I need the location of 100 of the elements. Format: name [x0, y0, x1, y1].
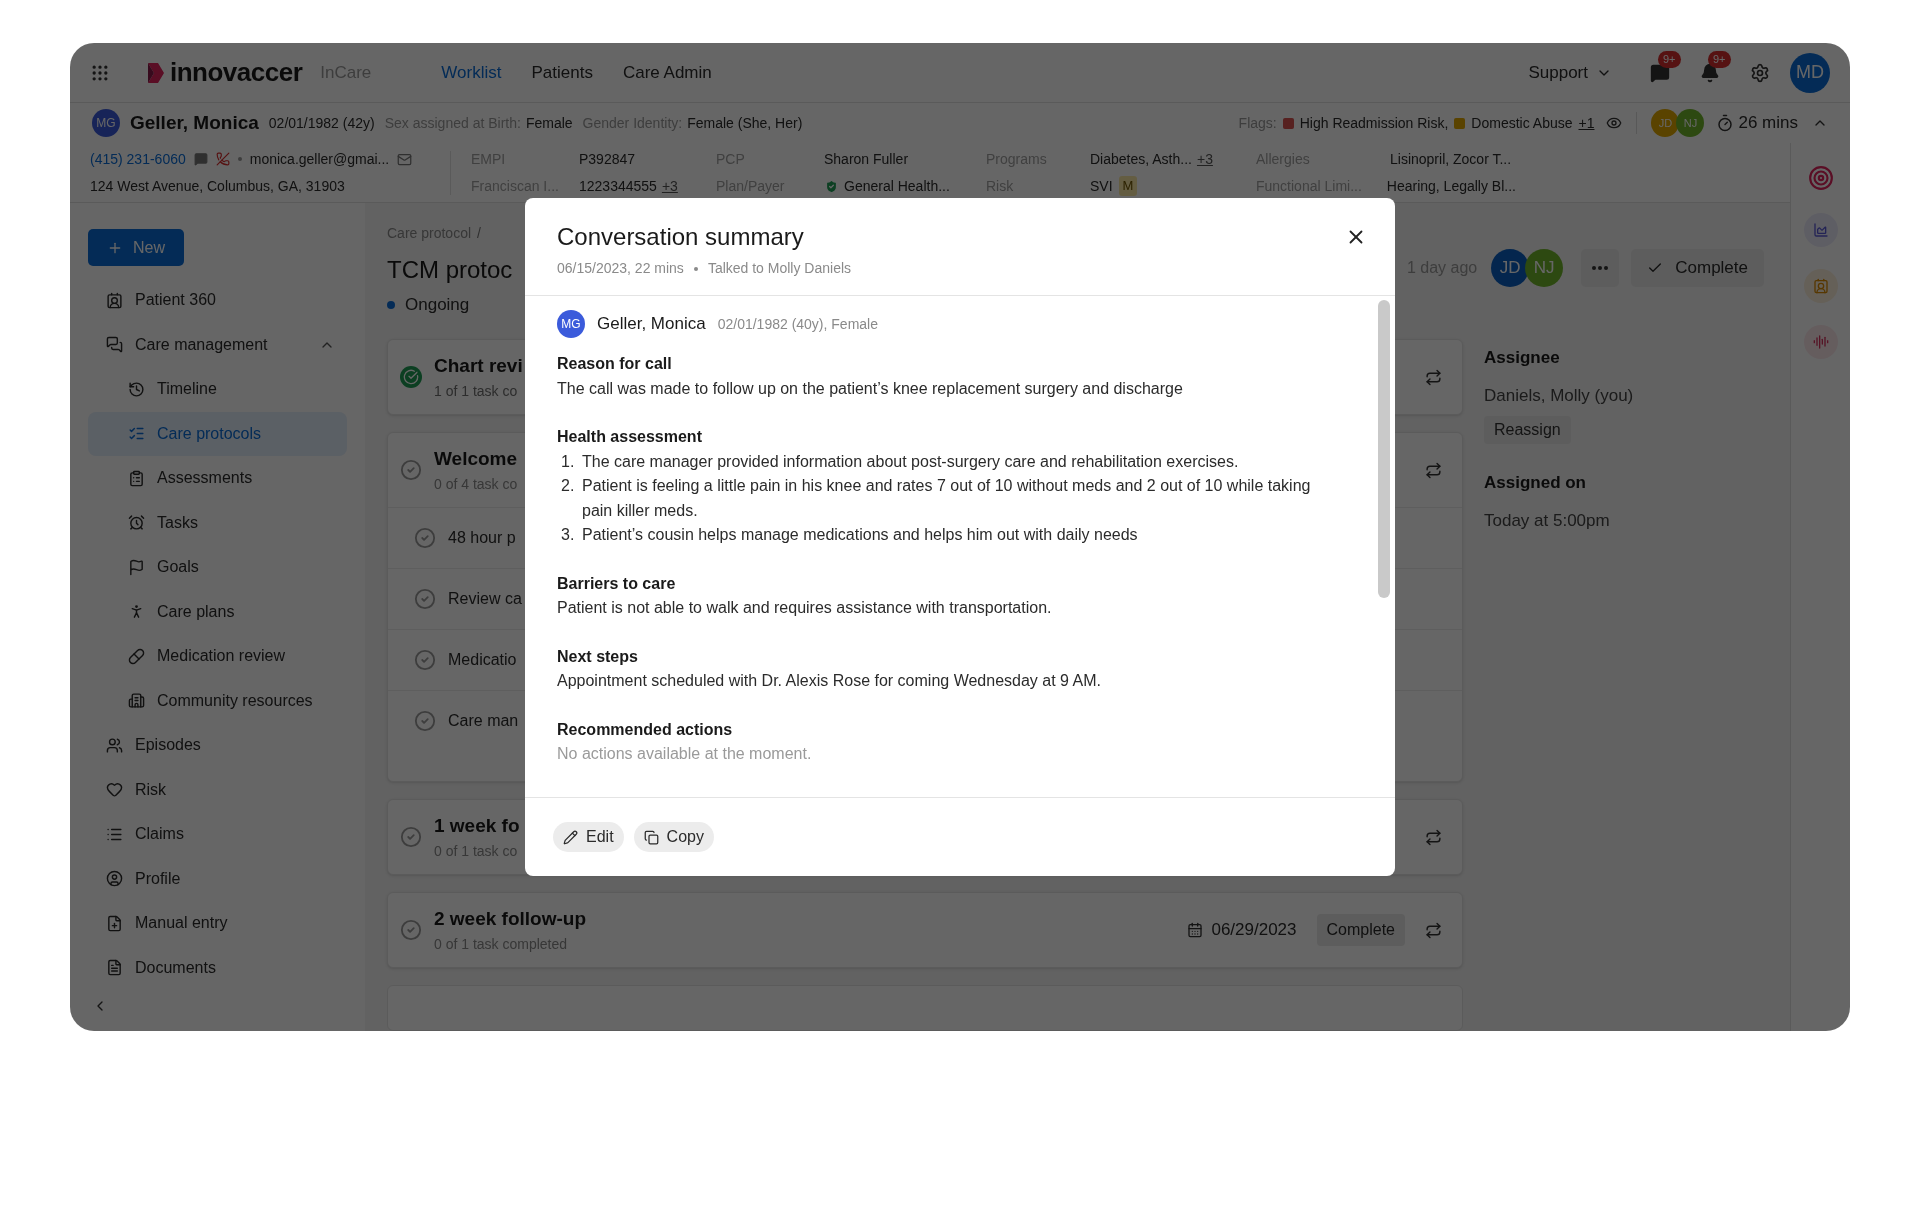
contact-card-icon [1812, 278, 1829, 294]
section-heading: Barriers to care [557, 573, 677, 594]
list-item-text: Patient is feeling a little pain in his knee and rates 7 out of 10 without meds and 2 out of 10 while taking pain killer meds. [582, 476, 1312, 521]
chat-icon[interactable] [1650, 62, 1670, 83]
patient-dob: 02/01/1982 (42y) [268, 113, 375, 133]
assigned-on-date: Today at 5:00pm [1484, 509, 1610, 532]
edit-button[interactable]: Edit [553, 822, 624, 852]
flag-icon [128, 558, 145, 576]
sidebar-item[interactable]: Profile [88, 856, 347, 901]
nav-tab[interactable]: Patients [531, 59, 593, 86]
section-text: Appointment scheduled with Dr. Alexis Rose for coming Wednesday at 9 AM. [557, 671, 1102, 691]
sidebar-item[interactable]: Risk [88, 767, 347, 812]
reassign-button[interactable]: Reassign [1484, 416, 1571, 444]
patient-email: monica.geller@gmai... [249, 149, 390, 169]
user-circle-icon [106, 870, 123, 887]
audio-wave-icon [1812, 334, 1829, 350]
group-title: 2 week follow-up [434, 907, 587, 932]
sidebar-item[interactable]: Manual entry [88, 901, 347, 945]
id-card-icon [106, 291, 123, 309]
section-heading: Recommended actions [557, 719, 734, 740]
checklist-icon [128, 425, 145, 442]
sidebar-item[interactable]: Documents [88, 945, 347, 990]
care-team-avatar: JD [1651, 109, 1680, 137]
chart-icon [1812, 222, 1829, 238]
more-icon [1592, 266, 1609, 270]
sidebar-item[interactable]: Assessments [88, 456, 347, 500]
sidebar-item[interactable]: Medication review [88, 634, 347, 678]
more-link[interactable]: +3 [661, 175, 678, 197]
call-date: 06/15/2023, 22 mins [557, 259, 684, 278]
more-button[interactable] [1581, 249, 1620, 287]
patient-avatar: MG [557, 310, 585, 338]
chart-button[interactable] [1803, 213, 1838, 247]
audio-button[interactable] [1803, 325, 1838, 359]
nav-tab[interactable]: Care Admin [622, 59, 712, 86]
alarm-clock-icon [128, 514, 145, 531]
assigned-on-label: Assigned on [1484, 472, 1586, 494]
sidebar-item[interactable]: Claims [88, 812, 347, 856]
target-icon[interactable] [1807, 165, 1834, 191]
timer-value: 26 mins [1738, 112, 1798, 135]
shield-check-icon [824, 178, 839, 194]
patient-name: Geller, Monica [130, 110, 259, 135]
risk-badge: M [1118, 176, 1138, 196]
care-team-avatar: NJ [1676, 109, 1705, 137]
flag-label: High Readmission Risk, [1299, 113, 1449, 133]
complete-button[interactable]: Complete [1631, 249, 1764, 287]
call-participant: Talked to Molly Daniels [707, 259, 852, 278]
complete-button[interactable]: Complete [1316, 914, 1405, 946]
task-label[interactable]: 48 hour p [448, 526, 516, 550]
bell-icon[interactable] [1700, 62, 1720, 83]
user-avatar[interactable]: MD [1790, 52, 1830, 93]
nav-tab[interactable]: Worklist [441, 59, 502, 86]
field-value: P392847 [579, 149, 636, 169]
sidebar-item[interactable]: Care management [88, 322, 347, 367]
repeat-icon[interactable] [1425, 368, 1442, 386]
sidebar-item[interactable]: Patient 360 [88, 278, 347, 322]
gender-value: Female (She, Her) [687, 113, 803, 133]
flag-label: Domestic Abuse [1471, 113, 1573, 133]
section-text: The call was made to follow up on the patient’s knee replacement surgery and discharge [557, 378, 1184, 399]
copy-button[interactable]: Copy [633, 822, 714, 852]
document-icon [106, 959, 123, 976]
more-flags-link[interactable]: +1 [1578, 112, 1595, 134]
sidebar-item[interactable]: Timeline [88, 367, 347, 411]
patient-name: Geller, Monica [597, 312, 706, 335]
group-title: Welcome [434, 447, 518, 472]
repeat-icon[interactable] [1425, 828, 1442, 846]
history-icon [128, 380, 145, 398]
pencil-icon [563, 829, 578, 845]
task-label[interactable]: Review ca [448, 587, 522, 611]
task-label[interactable]: Care man [448, 709, 519, 733]
sidebar-item[interactable]: Community resources [88, 678, 347, 723]
heart-icon [106, 781, 123, 798]
field-value: General Health... [844, 176, 950, 196]
chat-icon [106, 336, 123, 353]
contact-button[interactable] [1803, 269, 1838, 303]
eye-icon[interactable] [1606, 115, 1623, 131]
group-title: Chart revi [434, 354, 523, 379]
sidebar-item[interactable]: Care plans [88, 589, 347, 634]
message-icon[interactable] [193, 152, 208, 166]
sidebar-item[interactable]: Tasks [88, 500, 347, 545]
more-link[interactable]: +3 [1196, 148, 1213, 170]
repeat-icon[interactable] [1425, 461, 1442, 479]
phone-link[interactable]: (415) 231-6060 [90, 148, 186, 170]
task-label[interactable]: Medicatio [448, 648, 517, 672]
sidebar-item[interactable]: Care protocols [88, 411, 347, 456]
timer-icon [1716, 114, 1735, 132]
people-icon [106, 736, 123, 754]
patient-avatar: MG [92, 109, 120, 137]
new-button[interactable]: New [88, 229, 184, 266]
section-heading: Next steps [557, 646, 639, 667]
field-value: Sharon Fuller [824, 149, 909, 169]
repeat-icon[interactable] [1425, 921, 1442, 939]
section-heading: Reason for call [557, 354, 673, 374]
support-menu[interactable]: Support [1528, 59, 1612, 86]
dialog-title: Conversation summary [557, 222, 804, 252]
sidebar-item[interactable]: Episodes [88, 723, 347, 767]
mail-icon[interactable] [397, 151, 413, 167]
file-plus-icon [106, 914, 123, 932]
group-progress: 1 of 1 task co [434, 381, 519, 401]
sidebar-item[interactable]: Goals [88, 545, 347, 589]
settings-icon[interactable] [1750, 62, 1770, 83]
